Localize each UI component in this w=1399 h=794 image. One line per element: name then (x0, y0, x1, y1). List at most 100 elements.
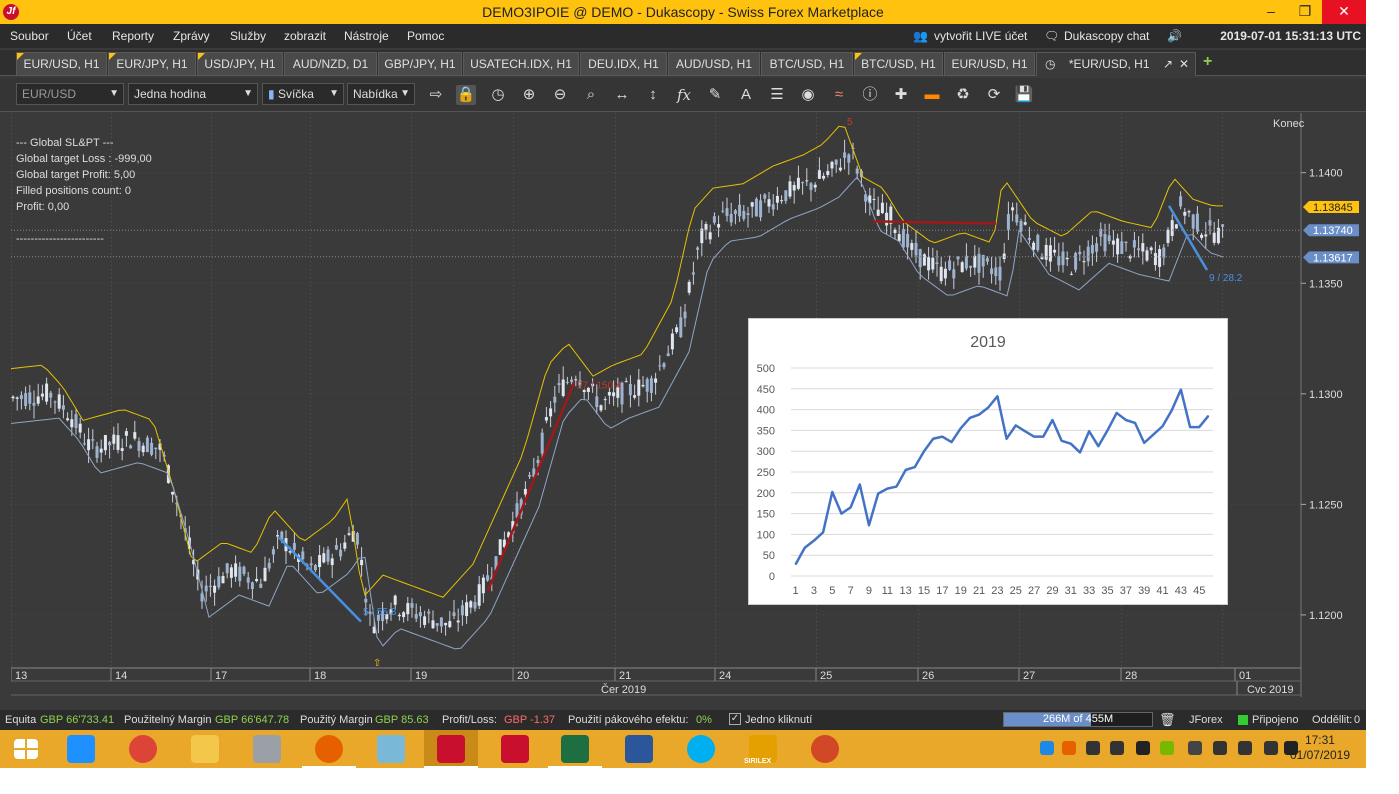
excel-x-tick-label: 25 (1010, 585, 1022, 597)
powerpoint-taskbar-button[interactable] (798, 730, 852, 768)
jforex-taskbar-button[interactable] (424, 730, 478, 768)
offer-side-select[interactable]: Nabídka ▼ (347, 83, 415, 105)
text-tool-icon[interactable]: A (736, 85, 756, 105)
eye-icon[interactable]: ◉ (798, 85, 818, 105)
sirilex-taskbar-button[interactable]: SIRILEX (736, 730, 790, 768)
candle-body (24, 393, 28, 406)
candle-body (57, 394, 61, 409)
instrument-select[interactable]: EUR/USD ▼ (16, 83, 124, 105)
browser-tray-icon[interactable] (1040, 741, 1054, 755)
word-taskbar-button[interactable] (612, 730, 666, 768)
menu-pomoc[interactable]: Pomoc (407, 29, 444, 43)
indicators-icon[interactable]: fx (674, 85, 694, 105)
candle-body (213, 585, 217, 593)
volume-icon[interactable]: ▬ (922, 85, 942, 105)
menu-sluzby[interactable]: Služby (230, 29, 266, 43)
candle-body (439, 617, 443, 627)
pen-icon[interactable]: ✎ (705, 85, 725, 105)
menu-zobrazit[interactable]: zobrazit (284, 29, 326, 43)
chart-type-select[interactable]: ▮ Svíčka ▼ (262, 83, 344, 105)
tab-label: AUD/NZD, D1 (292, 57, 369, 71)
tab-usatech[interactable]: USATECH.IDX, H1 (463, 52, 579, 76)
menu-reporty[interactable]: Reporty (112, 29, 154, 43)
save-icon[interactable]: 💾 (1014, 85, 1034, 105)
file-explorer-taskbar-button[interactable] (178, 730, 232, 768)
ie-taskbar-button[interactable] (54, 730, 108, 768)
menu-nastroje[interactable]: Nástroje (344, 29, 389, 43)
minimize-button[interactable]: – (1254, 0, 1288, 24)
layers-icon[interactable]: ☰ (767, 85, 787, 105)
candle-body (973, 255, 977, 268)
memory-bar[interactable]: 266M of 455M (1003, 712, 1153, 727)
live-account-link[interactable]: vytvořit LIVE účet (934, 29, 1027, 43)
chat-icon[interactable]: 🗨 (1044, 29, 1059, 43)
network-tray-icon[interactable] (1188, 741, 1202, 755)
zoom-in-icon[interactable]: ⊕ (519, 85, 539, 105)
tray-clock[interactable]: 17:31 01/07/2019 (1290, 733, 1350, 763)
users-icon[interactable]: 👥 (913, 29, 928, 43)
settings-tray-icon[interactable] (1086, 741, 1100, 755)
speaker-icon[interactable]: 🔊 (1167, 29, 1182, 43)
crosshair-icon[interactable]: ✚ (891, 85, 911, 105)
tab-eurusd-active[interactable]: ◷ *EUR/USD, H1 ↗ ✕ (1036, 52, 1196, 76)
info-icon[interactable]: ⓘ (860, 85, 880, 105)
wave-icon[interactable]: ≈ (829, 85, 849, 105)
tab-eurusd-2[interactable]: EUR/USD, H1 (944, 52, 1035, 76)
gear-app-taskbar-button[interactable] (488, 730, 542, 768)
undock-icon[interactable]: ↗ (1163, 53, 1173, 75)
nvidia-tray-icon[interactable] (1160, 741, 1174, 755)
tab-audusd[interactable]: AUD/USD, H1 (668, 52, 760, 76)
bucket-icon[interactable]: ♻ (953, 85, 973, 105)
excel-y-tick-label: 50 (763, 550, 775, 562)
zoom-time-icon[interactable]: ◷ (488, 85, 508, 105)
candle-body (334, 545, 338, 550)
date-tick-label: 13 (15, 670, 27, 682)
tab-audnzd[interactable]: AUD/NZD, D1 (284, 52, 377, 76)
excel-chart[interactable]: 2019 0 50 100 150 200 250 300 350 400 450 500 1 3 5 7 9 1… (748, 318, 1228, 605)
refresh-icon[interactable]: ⟳ (984, 85, 1004, 105)
tab-usdjpy[interactable]: USD/JPY, H1 (197, 52, 283, 76)
firefox-taskbar-button[interactable] (302, 730, 356, 768)
maximize-button[interactable]: ❐ (1288, 0, 1322, 24)
menu-ucet[interactable]: Účet (67, 29, 92, 43)
skype-taskbar-button[interactable] (674, 730, 728, 768)
keyboard-tray-icon[interactable] (1110, 741, 1124, 755)
lock-icon[interactable]: 🔒 (456, 85, 476, 105)
one-click-checkbox[interactable]: ✓ (729, 713, 741, 725)
zoom-out-icon[interactable]: ⊖ (550, 85, 570, 105)
period-select[interactable]: Jedna hodina ▼ (128, 83, 258, 105)
flag-icon[interactable] (1136, 741, 1150, 755)
menu-zpravy[interactable]: Zprávy (173, 29, 210, 43)
tab-btcusd-1[interactable]: BTC/USD, H1 (761, 52, 853, 76)
fit-vertical-icon[interactable]: ↕ (643, 85, 663, 105)
add-tab-icon[interactable]: + (1203, 53, 1212, 71)
tab-gbpjpy[interactable]: GBP/JPY, H1 (378, 52, 462, 76)
close-button[interactable]: ✕ (1322, 0, 1366, 24)
tab-eurusd-1[interactable]: EUR/USD, H1 (16, 52, 107, 76)
zoom-area-icon[interactable]: ⌕ (581, 85, 601, 105)
excel-x-tick-label: 33 (1083, 585, 1095, 597)
paint-taskbar-button[interactable] (364, 730, 418, 768)
tab-close-icon[interactable]: ✕ (1179, 53, 1189, 75)
calculator-taskbar-button[interactable] (240, 730, 294, 768)
volume-tray-icon[interactable] (1213, 741, 1227, 755)
tab-deu[interactable]: DEU.IDX, H1 (580, 52, 667, 76)
firefox-tray-icon[interactable] (1062, 741, 1076, 755)
strategy-panel: --- Global SL&PT --- Global target Loss … (16, 135, 152, 247)
tab-eurjpy[interactable]: EUR/JPY, H1 (108, 52, 196, 76)
trash-icon[interactable]: 🗑 (1159, 712, 1176, 728)
start-taskbar-button[interactable] (0, 730, 54, 768)
excel-data-point (804, 547, 806, 549)
shift-chart-icon[interactable]: ⇨ (426, 85, 446, 105)
tab-btcusd-2[interactable]: BTC/USD, H1 (854, 52, 943, 76)
chrome-taskbar-button[interactable] (116, 730, 170, 768)
candle-body (759, 200, 763, 218)
menu-soubor[interactable]: Soubor (10, 29, 49, 43)
fit-horizontal-icon[interactable]: ↔ (612, 85, 632, 105)
chat-link[interactable]: Dukascopy chat (1064, 29, 1149, 43)
excel-taskbar-button[interactable] (548, 730, 602, 768)
candle-body (641, 384, 645, 387)
battery-icon[interactable] (1264, 741, 1278, 755)
excel-data-point (1015, 424, 1017, 427)
signal-tray-icon[interactable] (1238, 741, 1252, 755)
